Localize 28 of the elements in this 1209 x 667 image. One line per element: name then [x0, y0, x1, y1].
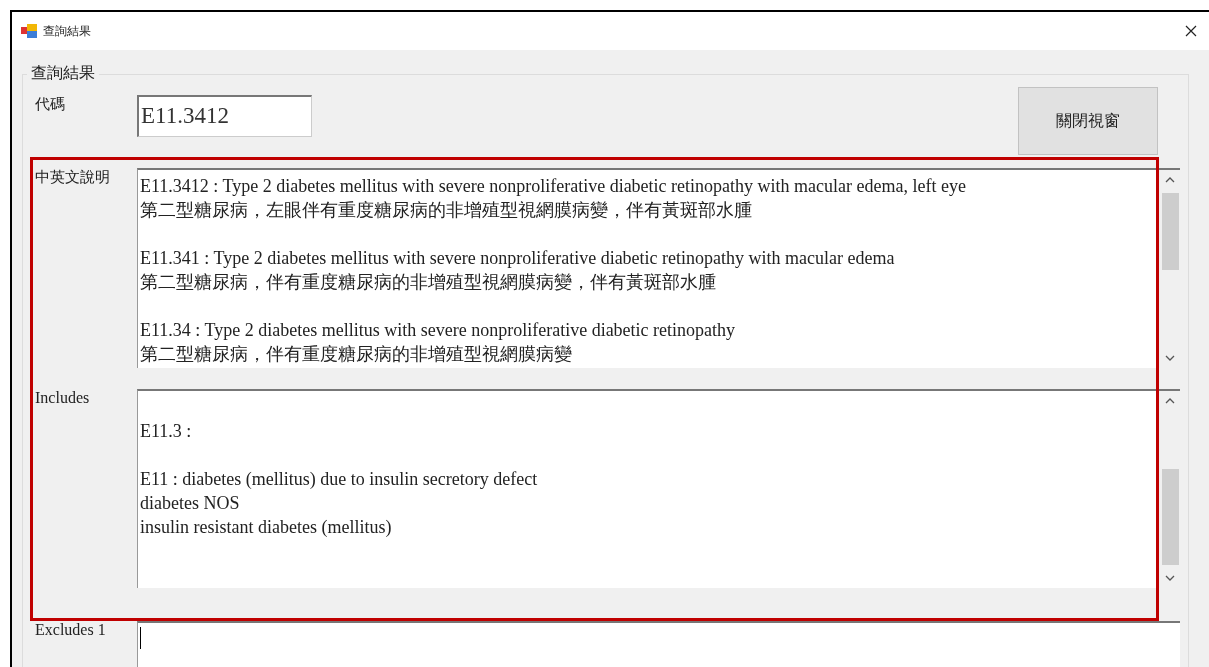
- scroll-thumb[interactable]: [1162, 193, 1179, 270]
- includes-line: insulin resistant diabetes (mellitus): [140, 516, 393, 539]
- description-line: E11.3412 : Type 2 diabetes mellitus with severe nonproliferative diabetic retinopathy with macular edema, left eye: [140, 175, 967, 198]
- window-title: 查詢結果: [43, 22, 92, 40]
- scroll-up-icon[interactable]: [1165, 177, 1175, 183]
- code-field[interactable]: E11.3412: [137, 95, 312, 137]
- close-icon[interactable]: [1185, 25, 1197, 37]
- scroll-down-icon[interactable]: [1165, 575, 1175, 581]
- description-line: 第二型糖尿病，左眼伴有重度糖尿病的非增殖型視網膜病變，伴有黃斑部水腫: [140, 199, 753, 222]
- scroll-up-icon[interactable]: [1165, 398, 1175, 404]
- description-line: 第二型糖尿病，伴有重度糖尿病的非增殖型視網膜病變，伴有黃斑部水腫: [140, 271, 717, 294]
- includes-label: Includes: [35, 389, 91, 407]
- includes-textbox[interactable]: E11.3 : E11 : diabetes (mellitus) due to insulin secretory defect diabetes NOS insulin resistant diabetes (mellitus): [137, 389, 1180, 588]
- includes-line: E11 : diabetes (mellitus) due to insulin secretory defect: [140, 468, 539, 491]
- excludes-textbox[interactable]: [137, 621, 1180, 667]
- description-textbox[interactable]: [137, 168, 1180, 368]
- includes-line: E11.3 :: [140, 420, 193, 443]
- includes-line: diabetes NOS: [140, 492, 241, 515]
- scroll-thumb[interactable]: [1162, 469, 1179, 565]
- close-window-button[interactable]: 關閉視窗: [1018, 87, 1158, 155]
- code-label: 代碼: [35, 95, 66, 114]
- description-line: E11.341 : Type 2 diabetes mellitus with severe nonproliferative diabetic retinopathy with macular edema: [140, 247, 896, 270]
- app-icon: [21, 24, 37, 38]
- description-label: 中英文說明: [35, 168, 111, 187]
- description-line: 第二型糖尿病，伴有重度糖尿病的非增殖型視網膜病變: [140, 343, 573, 366]
- scroll-down-icon[interactable]: [1165, 355, 1175, 361]
- excludes-label: Excludes 1: [35, 621, 107, 639]
- description-line: E11.34 : Type 2 diabetes mellitus with severe nonproliferative diabetic retinopathy: [140, 319, 737, 342]
